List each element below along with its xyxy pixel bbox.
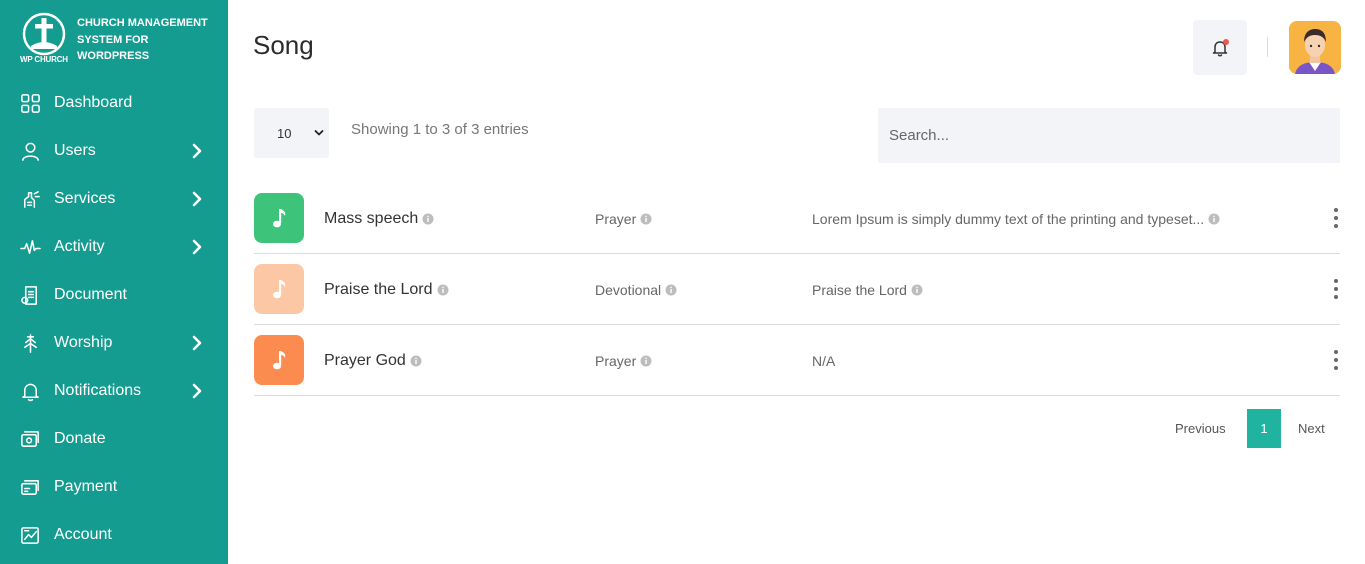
sidebar-item-label: Users [54, 142, 96, 159]
info-icon[interactable] [640, 213, 652, 225]
payment-icon [19, 476, 41, 498]
row-menu-kebab-icon[interactable] [1332, 208, 1340, 230]
info-icon[interactable] [665, 284, 677, 296]
row-menu-kebab-icon[interactable] [1332, 350, 1340, 372]
song-row[interactable]: Mass speech Prayer Lorem Ipsum is simply… [254, 183, 1340, 254]
song-category-text: Devotional [595, 281, 662, 298]
sidebar-item-notifications[interactable]: Notifications [0, 367, 228, 415]
song-description: Lorem Ipsum is simply dummy text of the … [812, 183, 1220, 254]
sidebar-item-label: Services [54, 190, 116, 207]
music-note-icon [273, 209, 286, 228]
notifications-button[interactable] [1193, 20, 1247, 75]
song-list: Mass speech Prayer Lorem Ipsum is simply… [254, 183, 1340, 396]
account-icon [19, 524, 41, 546]
entries-info: Showing 1 to 3 of 3 entries [351, 121, 529, 138]
pagination-previous[interactable]: Previous [1175, 421, 1226, 436]
sidebar-item-document[interactable]: Document [0, 271, 228, 319]
info-icon[interactable] [1208, 213, 1220, 225]
song-music-icon [254, 264, 304, 314]
page-size-select[interactable]: 10 [254, 108, 329, 158]
search-input[interactable] [878, 108, 1340, 163]
music-note-icon [273, 280, 286, 299]
song-description-text: Lorem Ipsum is simply dummy text of the … [812, 210, 1205, 227]
song-name: Prayer God [324, 325, 422, 396]
song-music-icon [254, 335, 304, 385]
sidebar-item-payment[interactable]: Payment [0, 463, 228, 511]
music-note-icon [273, 351, 286, 370]
avatar-person-icon [1289, 21, 1341, 74]
brand-subtitle: WP CHURCH [20, 55, 68, 64]
info-icon[interactable] [422, 213, 434, 225]
pagination-next[interactable]: Next [1298, 421, 1325, 436]
sidebar-item-account[interactable]: Account [0, 511, 228, 559]
sidebar-item-label: Worship [54, 334, 113, 351]
song-music-icon [254, 193, 304, 243]
song-category: Devotional [595, 254, 677, 325]
sidebar-item-worship[interactable]: Worship [0, 319, 228, 367]
sidebar-item-label: Notifications [54, 382, 142, 399]
page-size-value: 10 [277, 125, 292, 141]
chevron-right-icon [190, 191, 204, 207]
donate-icon [19, 428, 41, 450]
brand-logo[interactable]: WP CHURCH Church Management System for W… [18, 12, 218, 68]
chevron-right-icon [190, 143, 204, 159]
church-cross-logo-icon [22, 12, 66, 56]
song-name: Praise the Lord [324, 254, 449, 325]
sidebar-item-activity[interactable]: Activity [0, 223, 228, 271]
chevron-right-icon [190, 239, 204, 255]
song-row[interactable]: Praise the Lord Devotional Praise the Lo… [254, 254, 1340, 325]
activity-pulse-icon [19, 236, 41, 258]
song-category-text: Prayer [595, 352, 637, 369]
song-description-text: N/A [812, 352, 836, 369]
notification-dot [1223, 39, 1229, 45]
info-icon[interactable] [437, 284, 449, 296]
sidebar-item-label: Activity [54, 238, 105, 255]
song-description: Praise the Lord [812, 254, 923, 325]
user-icon [19, 140, 41, 162]
song-description: N/A [812, 325, 835, 396]
pagination-page-current[interactable]: 1 [1247, 409, 1281, 448]
sidebar-nav: Dashboard Users Services Activity Docume… [0, 79, 228, 559]
bell-icon [19, 380, 41, 402]
sidebar: WP CHURCH Church Management System for W… [0, 0, 228, 564]
row-menu-kebab-icon[interactable] [1332, 279, 1340, 301]
song-category: Prayer [595, 183, 652, 254]
sidebar-item-dashboard[interactable]: Dashboard [0, 79, 228, 127]
services-icon [19, 188, 41, 210]
sidebar-item-label: Document [54, 286, 127, 303]
chevron-down-icon [314, 130, 324, 136]
worship-icon [19, 332, 41, 354]
song-row[interactable]: Prayer God Prayer N/A [254, 325, 1340, 396]
info-icon[interactable] [410, 355, 422, 367]
chevron-right-icon [190, 335, 204, 351]
song-name-text: Mass speech [324, 209, 419, 227]
sidebar-item-label: Account [54, 526, 112, 543]
document-icon [19, 284, 41, 306]
song-category-text: Prayer [595, 210, 637, 227]
sidebar-item-label: Dashboard [54, 94, 133, 111]
sidebar-item-label: Payment [54, 478, 118, 495]
sidebar-item-services[interactable]: Services [0, 175, 228, 223]
info-icon[interactable] [911, 284, 923, 296]
sidebar-item-donate[interactable]: Donate [0, 415, 228, 463]
sidebar-item-label: Donate [54, 430, 106, 447]
chevron-right-icon [190, 383, 204, 399]
song-name-text: Praise the Lord [324, 280, 433, 298]
page-title: Song [253, 30, 314, 60]
user-avatar[interactable] [1289, 21, 1341, 74]
dashboard-grid-icon [19, 92, 41, 114]
song-category: Prayer [595, 325, 652, 396]
header-divider [1267, 37, 1268, 57]
song-name-text: Prayer God [324, 351, 406, 369]
info-icon[interactable] [640, 355, 652, 367]
song-name: Mass speech [324, 183, 434, 254]
sidebar-item-users[interactable]: Users [0, 127, 228, 175]
song-description-text: Praise the Lord [812, 281, 907, 298]
brand-title: Church Management System for Wordpress [77, 17, 208, 62]
